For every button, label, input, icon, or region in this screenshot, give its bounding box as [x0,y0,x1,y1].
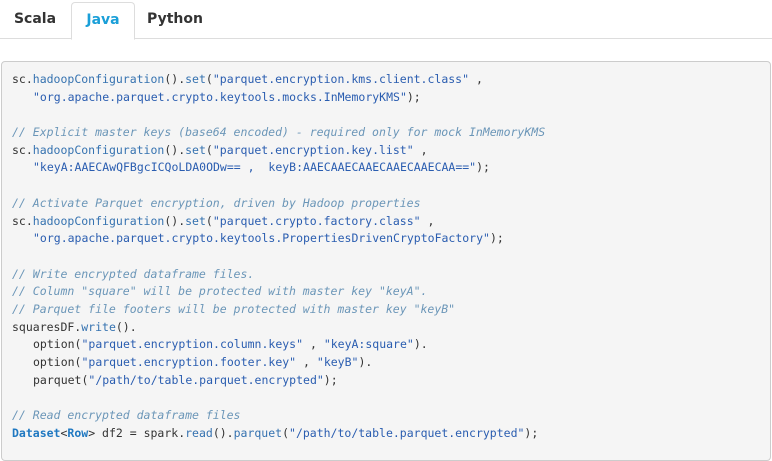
code-string: "keyB" [316,355,359,369]
code-string: "org.apache.parquet.crypto.keytools.Prop… [33,231,490,246]
code-text: ); [406,89,421,104]
code-text: parquet( [33,372,89,387]
code-text: sc. [12,72,33,86]
code-text: sc. [12,213,33,228]
code-string: "/path/to/table.parquet.encrypted" [289,425,525,440]
code-text: > df2 = spark. [88,425,186,440]
code-method: set [185,72,206,86]
code-text: sc. [12,142,33,157]
code-text: ( [205,142,213,157]
code-string: "parquet.encryption.kms.client.class" [212,72,470,86]
code-line: option("parquet.encryption.footer.key" ,… [12,354,770,372]
code-line: // Activate Parquet encryption, driven b… [12,195,770,213]
code-string: "keyA:AAECAwQFBgcICQoLDA0ODw== , keyB:AA… [33,160,477,175]
code-text: squaresDF. [12,319,82,334]
code-line: option("parquet.encryption.column.keys" … [12,336,770,354]
code-text: , [413,142,428,157]
code-line: // Read encrypted dataframe files [12,407,770,425]
code-comment: // Column "square" will be protected wit… [12,284,428,299]
code-text: ( [205,72,213,86]
code-text: (). [115,319,137,334]
code-line: // Explicit master keys (base64 encoded)… [12,124,770,142]
code-method: read [185,425,213,440]
code-text: , [420,213,435,228]
code-line: Dataset<Row> df2 = spark.read().parquet(… [12,425,770,443]
code-line: // Write encrypted dataframe files. [12,266,770,284]
code-comment: // Write encrypted dataframe files. [12,266,255,281]
code-type: Row [67,425,89,440]
code-text: ). [358,355,373,369]
code-text: (). [212,425,234,440]
code-text: ); [524,425,539,440]
code-text: ); [323,372,338,387]
tab-java[interactable]: Java [71,2,135,40]
code-method: hadoopConfiguration [32,142,165,157]
code-line: "org.apache.parquet.crypto.keytools.Prop… [12,230,770,248]
code-text: ). [413,337,428,352]
code-text: ( [205,213,213,228]
code-method: set [185,142,206,157]
code-string: "parquet.crypto.factory.class" [212,213,421,228]
code-line: sc.hadoopConfiguration().set("parquet.en… [12,142,770,160]
code-string: "parquet.encryption.column.keys" [81,337,304,352]
code-line: parquet("/path/to/table.parquet.encrypte… [12,372,770,390]
code-line: "keyA:AAECAwQFBgcICQoLDA0ODw== , keyB:AA… [12,159,770,177]
code-comment: // Activate Parquet encryption, driven b… [12,195,421,210]
code-type: Dataset [12,425,61,440]
code-string: "org.apache.parquet.crypto.keytools.mock… [33,89,407,104]
code-line: // Column "square" will be protected wit… [12,283,770,301]
language-tab-bar: Scala Java Python [0,0,772,40]
code-method: set [185,213,206,228]
code-text: (). [164,213,186,228]
code-string: "parquet.encryption.key.list" [212,142,414,157]
code-text: , [469,72,483,86]
code-method: write [81,319,116,334]
code-text: ( [282,425,290,440]
code-block: sc.hadoopConfiguration().set("parquet.en… [1,61,771,461]
code-text: , [296,355,317,369]
code-comment: // Explicit master keys (base64 encoded)… [12,125,546,140]
code-line: sc.hadoopConfiguration().set("parquet.cr… [12,213,770,231]
tab-python[interactable]: Python [138,2,212,39]
code-string: "parquet.encryption.footer.key" [81,355,297,369]
code-comment: // Parquet file footers will be protecte… [12,301,456,316]
code-text: ); [489,231,504,246]
code-string: "keyA:square" [323,337,414,352]
code-text: option( [33,355,82,369]
code-line: "org.apache.parquet.crypto.keytools.mock… [12,89,770,107]
code-method: hadoopConfiguration [32,213,165,228]
code-method: hadoopConfiguration [32,72,165,86]
code-line: squaresDF.write(). [12,319,770,337]
code-method: parquet [233,425,283,440]
code-line: sc.hadoopConfiguration().set("parquet.en… [12,71,770,89]
code-text: , [303,337,324,352]
code-string: "/path/to/table.parquet.encrypted" [88,372,324,387]
code-text: (). [164,72,186,86]
tab-scala[interactable]: Scala [2,2,68,39]
code-text: ); [476,160,490,175]
code-comment: // Read encrypted dataframe files [12,408,241,423]
code-text: (). [164,142,186,157]
code-line: // Parquet file footers will be protecte… [12,301,770,319]
code-text: option( [33,337,82,352]
